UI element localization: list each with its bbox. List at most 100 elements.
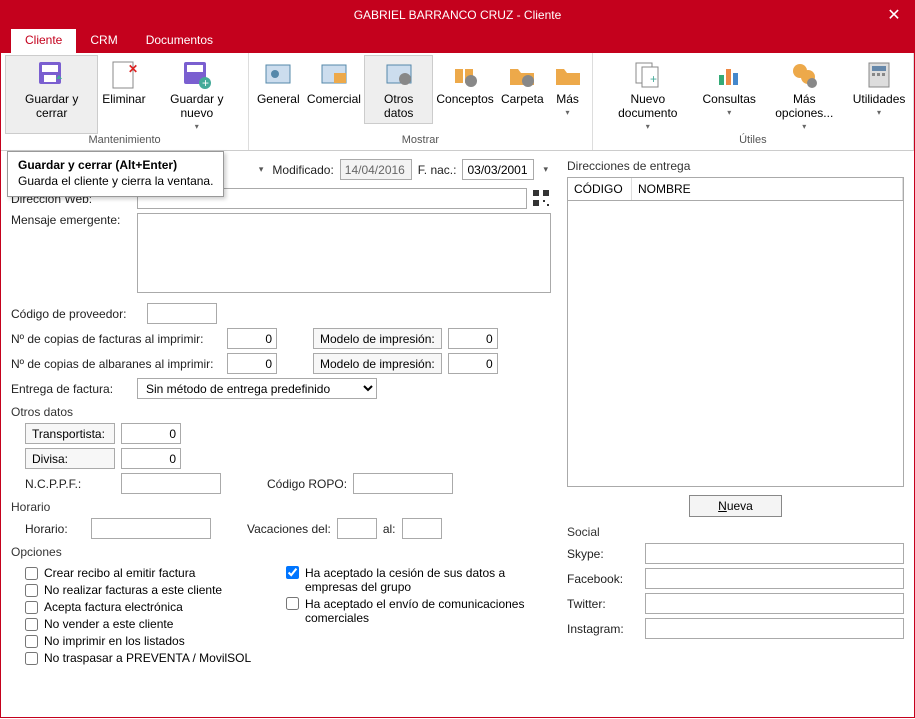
ribbon-group-utiles: + Nuevo documento ▾ Consultas ▾ Más opci…: [593, 53, 914, 150]
ribbon-comercial[interactable]: Comercial: [303, 55, 364, 124]
chevron-down-icon: ▾: [646, 122, 650, 131]
tooltip: Guardar y cerrar (Alt+Enter) Guarda el c…: [7, 151, 224, 197]
codigo-proveedor-label: Código de proveedor:: [11, 307, 141, 321]
ribbon-eliminar[interactable]: ✕ Eliminar: [98, 55, 149, 134]
facebook-label: Facebook:: [567, 572, 637, 586]
codigo-proveedor-input[interactable]: [147, 303, 217, 324]
new-document-icon: +: [632, 59, 664, 91]
folder-icon: [506, 59, 538, 91]
svg-text:✕: ✕: [128, 62, 138, 76]
skype-input[interactable]: [645, 543, 904, 564]
chevron-down-icon: ▾: [195, 122, 199, 131]
opciones-title: Opciones: [11, 545, 551, 559]
ribbon-mas[interactable]: Más ▾: [547, 55, 587, 124]
ribbon-guardar-nuevo[interactable]: + Guardar y nuevo ▾: [149, 55, 244, 134]
ribbon-group-label: Mostrar: [402, 134, 439, 146]
nueva-button[interactable]: NNuevaueva: [689, 495, 782, 517]
modelo-fact-input[interactable]: [448, 328, 498, 349]
save-close-icon: [36, 59, 68, 91]
ribbon: Guardar y cerrar ✕ Eliminar + Guardar y …: [1, 53, 914, 151]
check-crear-recibo[interactable]: Crear recibo al emitir factura: [25, 566, 276, 580]
modificado-label: Modificado:: [272, 163, 333, 177]
delete-icon: ✕: [108, 59, 140, 91]
entrega-factura-label: Entrega de factura:: [11, 382, 131, 396]
check-no-imprimir[interactable]: No imprimir en los listados: [25, 634, 276, 648]
general-icon: [262, 59, 294, 91]
modelo-alb-input[interactable]: [448, 353, 498, 374]
modificado-field: [340, 159, 412, 180]
fnac-label: F. nac.:: [418, 163, 457, 177]
ribbon-mas-opciones[interactable]: Más opciones... ▾: [759, 55, 849, 134]
tooltip-body: Guarda el cliente y cierra la ventana.: [18, 174, 213, 188]
modelo-impresion-alb-button[interactable]: Modelo de impresión:: [313, 353, 442, 374]
ribbon-conceptos[interactable]: Conceptos: [433, 55, 497, 124]
check-no-traspasar[interactable]: No traspasar a PREVENTA / MovilSOL: [25, 651, 276, 665]
ribbon-otros-datos[interactable]: Otros datos: [364, 55, 433, 124]
codigo-ropo-input[interactable]: [353, 473, 453, 494]
tooltip-title: Guardar y cerrar (Alt+Enter): [18, 158, 213, 172]
divisa-button[interactable]: Divisa:: [25, 448, 115, 469]
instagram-input[interactable]: [645, 618, 904, 639]
ribbon-group-label: Mantenimiento: [88, 134, 160, 146]
al-label: al:: [383, 522, 396, 536]
ribbon-utilidades[interactable]: Utilidades ▾: [849, 55, 909, 134]
social-title: Social: [567, 525, 904, 539]
direcciones-table[interactable]: CÓDIGO NOMBRE: [567, 177, 904, 487]
facebook-input[interactable]: [645, 568, 904, 589]
chevron-down-icon[interactable]: ▾: [256, 164, 267, 175]
check-acepta-cesion[interactable]: Ha aceptado la cesión de sus datos a emp…: [286, 566, 551, 594]
vacaciones-del-input[interactable]: [337, 518, 377, 539]
check-acepta-elec[interactable]: Acepta factura electrónica: [25, 600, 276, 614]
vacaciones-al-input[interactable]: [402, 518, 442, 539]
calculator-icon: [863, 59, 895, 91]
right-panel: Direcciones de entrega CÓDIGO NOMBRE NNu…: [561, 151, 914, 719]
chevron-down-icon: ▾: [727, 108, 731, 117]
close-button[interactable]: ✕: [874, 1, 914, 29]
ribbon-carpeta[interactable]: Carpeta: [497, 55, 547, 124]
horario-input[interactable]: [91, 518, 211, 539]
tab-cliente[interactable]: Cliente: [11, 29, 76, 53]
ncopias-alb-input[interactable]: [227, 353, 277, 374]
gear-people-icon: [788, 59, 820, 91]
transportista-input[interactable]: [121, 423, 181, 444]
comercial-icon: [318, 59, 350, 91]
ncopias-fact-input[interactable]: [227, 328, 277, 349]
chevron-down-icon: ▾: [566, 108, 570, 117]
main-tabs: Cliente CRM Documentos: [1, 29, 914, 53]
chevron-down-icon[interactable]: ▾: [540, 164, 551, 175]
horario-title: Horario: [11, 500, 551, 514]
ncppf-input[interactable]: [121, 473, 221, 494]
tab-crm[interactable]: CRM: [76, 29, 131, 53]
instagram-label: Instagram:: [567, 622, 637, 636]
mas-icon: [552, 59, 584, 91]
modelo-impresion-fact-button[interactable]: Modelo de impresión:: [313, 328, 442, 349]
ribbon-guardar-cerrar[interactable]: Guardar y cerrar: [5, 55, 98, 134]
tab-documentos[interactable]: Documentos: [132, 29, 227, 53]
twitter-input[interactable]: [645, 593, 904, 614]
fnac-field[interactable]: [462, 159, 534, 180]
ribbon-general[interactable]: General: [253, 55, 303, 124]
transportista-button[interactable]: Transportista:: [25, 423, 115, 444]
horario-label: Horario:: [25, 522, 85, 536]
col-codigo[interactable]: CÓDIGO: [568, 178, 632, 200]
left-panel: ▾ Modificado: F. nac.: ▾ Dirección Web: …: [1, 151, 561, 719]
table-header: CÓDIGO NOMBRE: [568, 178, 903, 201]
check-no-realizar[interactable]: No realizar facturas a este cliente: [25, 583, 276, 597]
ncopias-fact-label: Nº de copias de facturas al imprimir:: [11, 332, 221, 346]
col-nombre[interactable]: NOMBRE: [632, 178, 903, 200]
window-title: GABRIEL BARRANCO CRUZ - Cliente: [354, 8, 562, 22]
ribbon-nuevo-documento[interactable]: + Nuevo documento ▾: [597, 55, 699, 134]
ribbon-group-label: Útiles: [739, 134, 767, 146]
divisa-input[interactable]: [121, 448, 181, 469]
chevron-down-icon: ▾: [802, 122, 806, 131]
ribbon-consultas[interactable]: Consultas ▾: [699, 55, 760, 134]
direcciones-title: Direcciones de entrega: [567, 159, 904, 173]
check-acepta-comms[interactable]: Ha aceptado el envío de comunicaciones c…: [286, 597, 551, 625]
otros-datos-title: Otros datos: [11, 405, 551, 419]
save-new-icon: +: [181, 59, 213, 91]
mensaje-textarea[interactable]: [137, 213, 551, 293]
ncopias-alb-label: Nº de copias de albaranes al imprimir:: [11, 357, 221, 371]
check-no-vender[interactable]: No vender a este cliente: [25, 617, 276, 631]
entrega-factura-select[interactable]: Sin método de entrega predefinido: [137, 378, 377, 399]
qr-icon[interactable]: [533, 190, 551, 208]
